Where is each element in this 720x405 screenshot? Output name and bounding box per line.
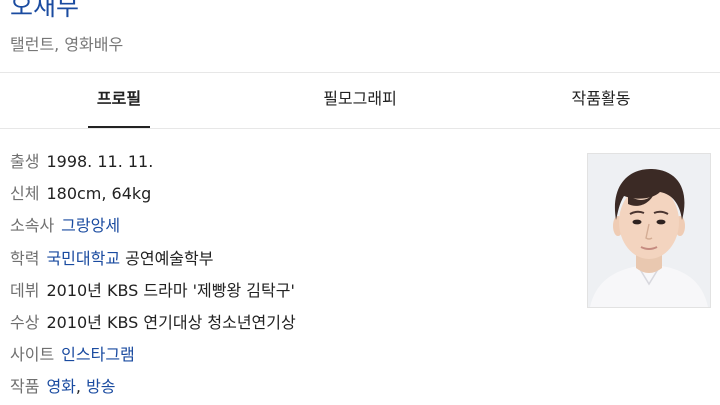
info-value: 1998. 11. 11. bbox=[46, 152, 154, 171]
info-row-agency: 소속사 그랑앙세 bbox=[10, 211, 296, 243]
info-label: 학력 bbox=[10, 248, 40, 268]
info-value: 2010년 KBS 드라마 '제빵왕 김탁구' bbox=[46, 280, 295, 300]
tab-activities-label: 작품활동 bbox=[571, 89, 631, 108]
info-row-debut: 데뷔 2010년 KBS 드라마 '제빵왕 김탁구' bbox=[10, 276, 296, 308]
tab-filmography-label: 필모그래피 bbox=[323, 89, 397, 108]
info-value: 180cm, 64kg bbox=[46, 184, 152, 204]
university-link[interactable]: 국민대학교 bbox=[46, 249, 120, 268]
portrait-illustration bbox=[588, 154, 710, 307]
broadcast-link[interactable]: 방송 bbox=[86, 377, 115, 396]
works-separator: , bbox=[75, 377, 87, 397]
info-label: 사이트 bbox=[10, 345, 55, 365]
info-row-birth: 출생 1998. 11. 11. bbox=[10, 147, 296, 179]
person-occupation: 탤런트, 영화배우 bbox=[10, 35, 124, 54]
info-row-body: 신체 180cm, 64kg bbox=[10, 179, 296, 211]
info-row-award: 수상 2010년 KBS 연기대상 청소년연기상 bbox=[10, 308, 296, 340]
info-label: 데뷔 bbox=[10, 280, 40, 300]
tab-bar: 프로필 필모그래피 작품활동 bbox=[0, 73, 720, 128]
info-label: 신체 bbox=[10, 184, 40, 204]
profile-photo[interactable] bbox=[587, 153, 711, 308]
tab-activities[interactable]: 작품활동 bbox=[540, 73, 662, 128]
info-row-site: 사이트 인스타그램 bbox=[10, 340, 296, 372]
person-name: 오재무 bbox=[10, 0, 80, 21]
tab-profile-label: 프로필 bbox=[96, 89, 142, 108]
agency-link[interactable]: 그랑앙세 bbox=[61, 216, 120, 235]
tab-profile[interactable]: 프로필 bbox=[60, 73, 178, 128]
info-label: 수상 bbox=[10, 312, 40, 332]
info-label: 작품 bbox=[10, 377, 40, 397]
tab-filmography[interactable]: 필모그래피 bbox=[300, 73, 420, 128]
info-value: 2010년 KBS 연기대상 청소년연기상 bbox=[46, 312, 296, 332]
info-label: 소속사 bbox=[10, 216, 55, 236]
movie-link[interactable]: 영화 bbox=[46, 377, 75, 396]
instagram-link[interactable]: 인스타그램 bbox=[61, 345, 135, 364]
info-row-education: 학력 국민대학교 공연예술학부 bbox=[10, 244, 296, 276]
info-value: 공연예술학부 bbox=[120, 248, 214, 268]
info-label: 출생 bbox=[10, 152, 40, 171]
profile-info: 출생 1998. 11. 11. 신체 180cm, 64kg 소속사 그랑앙세 학력… bbox=[10, 147, 296, 405]
tab-divider bbox=[0, 128, 720, 129]
